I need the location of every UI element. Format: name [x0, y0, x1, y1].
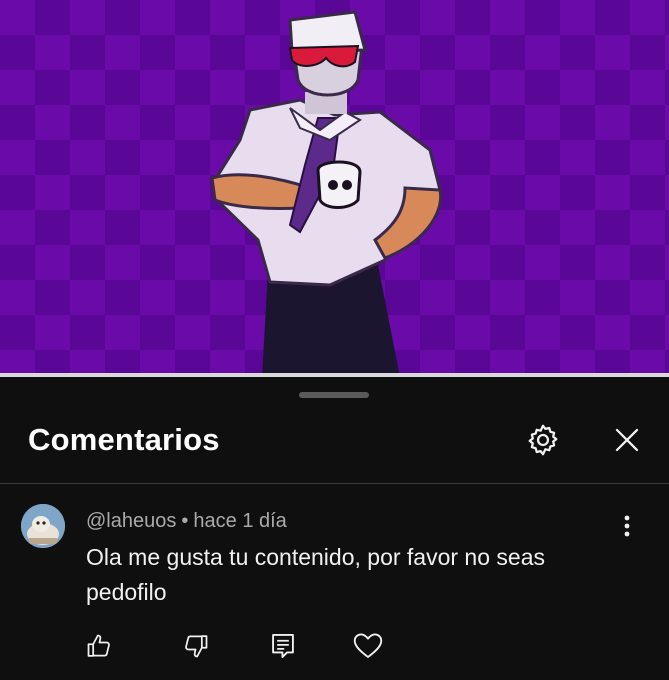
thumbs-up-icon — [87, 634, 110, 657]
heart-icon — [353, 633, 383, 658]
comments-sheet: Comentarios @laheuos • hace 1 día Ola me g… — [0, 377, 669, 680]
more-vertical-icon — [624, 515, 630, 537]
comment-text: Ola me gusta tu contenido, por favor no … — [86, 544, 545, 605]
comment-time: hace 1 día — [193, 510, 287, 532]
close-button[interactable] — [605, 418, 649, 462]
thumbs-down-icon — [185, 635, 208, 658]
video-frame-character — [210, 10, 443, 377]
heart-button[interactable] — [351, 629, 385, 663]
sheet-title: Comentarios — [28, 422, 220, 457]
video-player[interactable] — [0, 0, 669, 377]
drag-handle[interactable] — [299, 392, 369, 398]
gear-icon — [528, 424, 558, 456]
avatar[interactable] — [21, 504, 65, 548]
header-divider — [0, 483, 669, 484]
reply-button[interactable] — [266, 629, 300, 663]
settings-button[interactable] — [521, 418, 565, 462]
comment-more-button[interactable] — [612, 511, 642, 541]
like-button[interactable] — [82, 629, 116, 663]
avatar-image — [21, 504, 65, 548]
close-icon — [615, 428, 639, 452]
reply-icon — [272, 633, 294, 659]
comment-meta: @laheuos • hace 1 día — [86, 510, 287, 533]
meta-separator: • — [181, 510, 189, 532]
dislike-button[interactable] — [179, 629, 213, 663]
comment-author[interactable]: @laheuos — [86, 510, 176, 532]
